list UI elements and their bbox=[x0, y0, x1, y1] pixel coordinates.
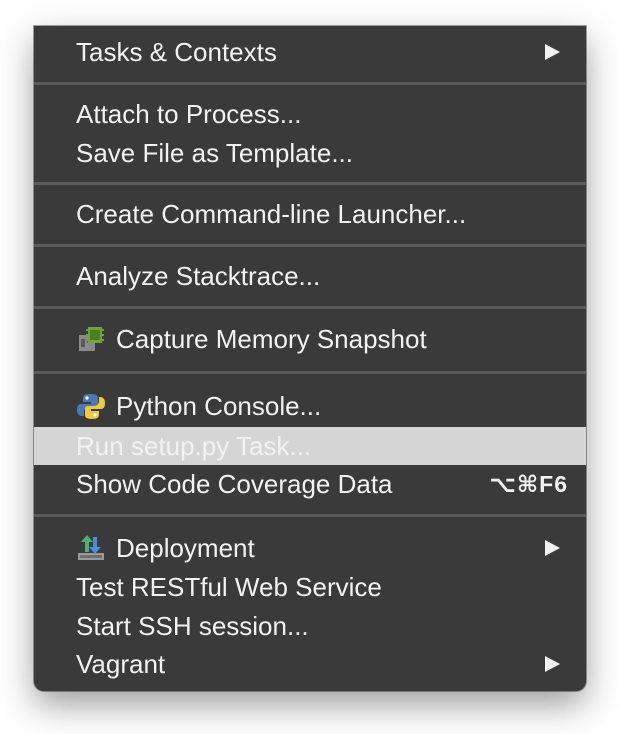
menu-item-label: Deployment bbox=[116, 533, 255, 563]
menu-separator bbox=[34, 182, 586, 185]
menu-separator bbox=[34, 82, 586, 85]
menu-item-start-ssh-session[interactable]: Start SSH session... bbox=[34, 607, 586, 645]
menu-item-test-restful-web-service[interactable]: Test RESTful Web Service bbox=[34, 568, 586, 606]
menu-item-run-setup-py-task[interactable]: Run setup.py Task... bbox=[34, 427, 586, 465]
menu-separator bbox=[34, 244, 586, 247]
menu-item-label: Create Command-line Launcher... bbox=[76, 199, 467, 229]
menu-item-show-code-coverage-data[interactable]: Show Code Coverage Data ⌥⌘F6 bbox=[34, 465, 586, 503]
menu-item-label: Run setup.py Task... bbox=[76, 431, 312, 461]
menu-item-label: Attach to Process... bbox=[76, 99, 302, 129]
submenu-arrow-icon bbox=[545, 656, 560, 672]
menu-item-label: Tasks & Contexts bbox=[76, 37, 277, 67]
submenu-arrow-icon bbox=[545, 44, 560, 60]
menu-item-label: Analyze Stacktrace... bbox=[76, 261, 321, 291]
submenu-arrow-icon bbox=[545, 540, 560, 556]
menu-separator bbox=[34, 306, 586, 309]
context-menu: Tasks & Contexts Attach to Process... Sa… bbox=[34, 26, 586, 691]
menu-item-label: Python Console... bbox=[116, 391, 322, 421]
menu-item-python-console[interactable]: Python Console... bbox=[34, 387, 586, 425]
menu-item-label: Capture Memory Snapshot bbox=[116, 324, 427, 354]
menu-item-label: Start SSH session... bbox=[76, 611, 309, 641]
menu-separator bbox=[34, 371, 586, 374]
menu-item-label: Show Code Coverage Data bbox=[76, 469, 393, 499]
menu-item-vagrant[interactable]: Vagrant bbox=[34, 645, 586, 683]
menu-item-save-file-as-template[interactable]: Save File as Template... bbox=[34, 134, 586, 172]
deployment-icon bbox=[78, 535, 104, 560]
menu-item-deployment[interactable]: Deployment bbox=[34, 529, 586, 567]
keyboard-shortcut: ⌥⌘F6 bbox=[489, 471, 568, 497]
memory-snapshot-icon bbox=[79, 327, 104, 351]
python-icon bbox=[77, 394, 105, 419]
menu-item-tasks-contexts[interactable]: Tasks & Contexts bbox=[34, 33, 586, 71]
menu-item-label: Vagrant bbox=[76, 649, 166, 679]
menu-item-analyze-stacktrace[interactable]: Analyze Stacktrace... bbox=[34, 257, 586, 295]
menu-separator bbox=[34, 514, 586, 517]
menu-item-label: Save File as Template... bbox=[76, 138, 353, 168]
menu-item-create-command-line-launcher[interactable]: Create Command-line Launcher... bbox=[34, 195, 586, 233]
menu-item-label: Test RESTful Web Service bbox=[76, 572, 382, 602]
menu-item-capture-memory-snapshot[interactable]: Capture Memory Snapshot bbox=[34, 320, 586, 358]
menu-item-attach-to-process[interactable]: Attach to Process... bbox=[34, 95, 586, 133]
